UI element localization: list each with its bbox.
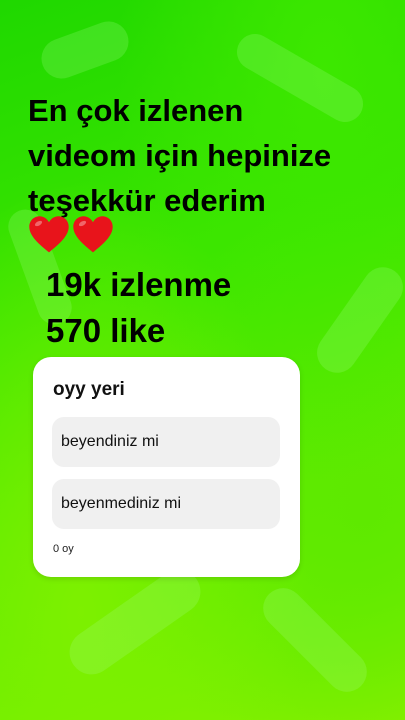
poll-title: oyy yeri: [53, 379, 125, 400]
poll-option-1[interactable]: beyendiniz mi: [52, 417, 280, 467]
poll-option-label: beyendiniz mi: [61, 433, 159, 450]
background-scribble: [254, 579, 376, 701]
headline-line-2: videom için hepinize: [28, 138, 332, 173]
headline: En çok izlenen videom için hepinize teşe…: [28, 88, 398, 223]
background-scribble: [35, 15, 135, 85]
red-heart-icon: [29, 216, 69, 253]
poll-card: oyy yeri beyendiniz mi beyenmediniz mi 0…: [33, 357, 300, 577]
background-scribble: [60, 560, 210, 684]
hearts-row: [28, 213, 114, 255]
red-heart-icon: [73, 216, 113, 253]
background-scribble: [309, 259, 405, 381]
headline-line-1: En çok izlenen: [28, 93, 244, 128]
likes-count: 570 like: [46, 312, 166, 349]
stats: 19k izlenme 570 like: [46, 262, 231, 354]
poll-option-label: beyenmediniz mi: [61, 495, 182, 512]
poll-vote-count: 0 oy: [53, 543, 74, 555]
views-count: 19k izlenme: [46, 266, 232, 303]
poll-option-2[interactable]: beyenmediniz mi: [52, 479, 280, 529]
